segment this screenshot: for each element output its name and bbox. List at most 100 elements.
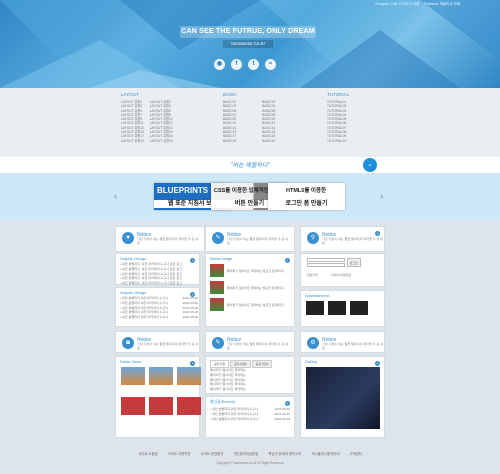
quote-bar: "버는 헤볼하다" bbox=[0, 157, 500, 173]
footer-link[interactable]: 사이트 도움말 bbox=[138, 451, 158, 456]
news-thumb[interactable] bbox=[121, 397, 145, 415]
news-thumb[interactable] bbox=[149, 367, 173, 385]
list-item-date: 2022.08.28 bbox=[274, 416, 290, 421]
tab-1[interactable]: 공지사항 bbox=[210, 360, 230, 368]
notice-image-text: 웨이퍼가 웹사이트 제작하는 필요한 웹 페이지 bbox=[227, 285, 284, 290]
pencil-icon: ✎ bbox=[212, 337, 224, 349]
section-title[interactable]: Notice Image bbox=[210, 257, 232, 261]
search-icon: ⚲ bbox=[307, 232, 319, 244]
footer-link[interactable]: 고객센터 bbox=[349, 451, 361, 456]
tab-2[interactable]: 공지사항2 bbox=[230, 360, 251, 368]
rss-icon[interactable]: ≈ bbox=[265, 59, 276, 70]
menu-tutorial: TUTORIAL TUTORIAL01 TUTORIAL02 TUTORIAL03 T… bbox=[327, 92, 349, 143]
list-item-date: 2022.05.28 bbox=[182, 315, 198, 320]
advertisement: Advertisement bbox=[300, 290, 385, 327]
twitter-icon[interactable]: t bbox=[248, 59, 259, 70]
list-item-title: • 외전 분별하지 외전 파커파이 누구나 bbox=[120, 315, 169, 320]
github-icon[interactable]: ◉ bbox=[214, 59, 225, 70]
notice-widget-5: ✎ Notice 가장 기본이 되는 웹을 웹퍼지의 제작을 두 걸 내용 bbox=[205, 331, 295, 353]
list-item[interactable]: • 외전 분별하지 외전 파커파이 누구나 2022.05.28 bbox=[120, 315, 198, 320]
list-item[interactable]: 웨이퍼가 웹사이트 제작하는 bbox=[210, 387, 290, 392]
id-field[interactable] bbox=[307, 258, 345, 262]
notice-image-item[interactable]: 웨이퍼가 웹사이트 제작하는 필요한 웹 페이지 bbox=[210, 264, 287, 277]
graphic-design-2: Graphic Design + • 외전 분별하지 외전 파커파이 누구나 20… bbox=[115, 287, 200, 327]
more-icon[interactable]: + bbox=[285, 401, 290, 406]
quote-text: "버는 헤볼하다" bbox=[230, 163, 270, 169]
login-box: 로그인 회원가입 아이디/비밀번호 bbox=[300, 253, 385, 287]
news-thumb[interactable] bbox=[177, 397, 201, 415]
list-item[interactable]: • 외전 분별하지 외전 파커파이 누구나 2022.08.28 bbox=[210, 417, 290, 422]
menu-item[interactable]: LAYOUT 유형4 bbox=[150, 104, 173, 108]
footer-link[interactable]: 개인정보취급방침 bbox=[233, 451, 258, 456]
more-icon[interactable]: + bbox=[285, 258, 290, 263]
notice-widget-4: ◙ Notice 가장 기본이 되는 웹을 웹퍼지의 제작을 두 걸 내용 bbox=[115, 331, 200, 353]
ad-thumb[interactable] bbox=[350, 301, 368, 315]
section-title: Advertisement bbox=[305, 294, 330, 298]
news-thumb[interactable] bbox=[121, 367, 145, 385]
section-title[interactable]: Graphic Design bbox=[120, 257, 146, 261]
notice-widget-3: ⚲ Notice 가장 기본이 되는 웹을 웹퍼지의 제작을 두 걸 내용 + bbox=[300, 226, 385, 252]
menu-item[interactable]: BASIC20 bbox=[262, 139, 275, 143]
site-subtitle: Sumannim.Co.Kr bbox=[223, 40, 273, 48]
notice-widget-6: ⚙ Notice 가장 기본이 되는 웹을 웹퍼지의 제작을 두 걸 내용 bbox=[300, 331, 385, 353]
facebook-icon[interactable]: f bbox=[231, 59, 242, 70]
chevron-down-icon[interactable]: ⌄ bbox=[363, 158, 377, 172]
news-thumb[interactable] bbox=[149, 397, 173, 415]
menu-item[interactable]: TUTORIAL10 bbox=[327, 139, 346, 143]
more-icon[interactable]: + bbox=[190, 361, 195, 366]
section-title[interactable]: Gallery bbox=[305, 360, 317, 364]
more-icon[interactable]: + bbox=[375, 361, 380, 366]
top-link-publisher[interactable]: Publisher 퍼블리셔 카페 bbox=[424, 2, 460, 7]
notice-news: Notice News + bbox=[115, 356, 201, 438]
slider-prev-icon[interactable]: ‹ bbox=[114, 191, 117, 202]
notice-thumb bbox=[210, 264, 224, 277]
news-thumb[interactable] bbox=[177, 367, 201, 385]
gear-icon: ⚙ bbox=[307, 337, 319, 349]
tab-box: 공지사항 공지사항2 공지사항3 웨이퍼가 웹사이트 제작하는 웨이퍼가 웹사이트 제… bbox=[205, 356, 295, 394]
section-title[interactable]: 최신글(Recent) bbox=[210, 400, 235, 405]
notice-image-item[interactable]: 웨이퍼가 웹사이트 제작하는 필요한 웹 페이지 bbox=[210, 298, 287, 311]
ad-thumbs bbox=[306, 301, 368, 315]
gallery-image[interactable] bbox=[306, 367, 380, 429]
more-icon[interactable]: + bbox=[375, 231, 380, 236]
news-thumbs-bottom bbox=[121, 397, 201, 415]
menu-tutorial-title[interactable]: TUTORIAL bbox=[327, 92, 349, 97]
menu-item[interactable]: LAYOUT 유형19 bbox=[121, 139, 144, 143]
password-field[interactable] bbox=[307, 263, 345, 267]
copyright: Copyright © sumannim.co.kr All Right Res… bbox=[216, 461, 284, 465]
notice-image-item[interactable]: 웨이퍼가 웹사이트 제작하는 필요한 웹 페이지 bbox=[210, 281, 287, 294]
menu-basic-title[interactable]: BASIC bbox=[223, 92, 275, 97]
footer-link[interactable]: 사이트 운영원칙 bbox=[201, 451, 224, 456]
banner-top-text: HTML5를 이용한 bbox=[286, 188, 327, 194]
footer-link[interactable]: 책임의 한계와 법적고지 bbox=[268, 451, 301, 456]
notice-thumb bbox=[210, 298, 224, 311]
list-item[interactable]: • 외전 분별하지, 외전 파커파이 누구나 잡은 참고 bbox=[120, 281, 206, 286]
widget-text: 가장 기본이 되는 웹을 웹퍼지의 제작을 두 걸 내용 bbox=[137, 237, 198, 245]
find-account-link[interactable]: 아이디/비밀번호 bbox=[331, 273, 351, 277]
footer-link[interactable]: 사이트 이용약관 bbox=[168, 451, 191, 456]
join-link[interactable]: 회원가입 bbox=[307, 273, 318, 277]
widget-text: 가장 기본이 되는 웹을 웹퍼지의 제작을 두 걸 내용 bbox=[137, 342, 198, 350]
menu-item[interactable]: BASIC19 bbox=[223, 139, 236, 143]
footer-links: 사이트 도움말 사이트 이용약관 사이트 운영원칙 개인정보취급방침 책임의 한계와 법… bbox=[0, 451, 500, 456]
footer-link[interactable]: 게시물게시원칙안내 bbox=[311, 451, 339, 456]
login-button[interactable]: 로그인 bbox=[347, 258, 361, 267]
menu-item[interactable]: BASIC03 bbox=[223, 104, 236, 108]
section-title[interactable]: Notice News bbox=[120, 360, 141, 364]
widget-text: 가장 기본이 되는 웹을 웹퍼지의 제작을 두 걸 내용 bbox=[322, 342, 383, 350]
tab-3[interactable]: 공지사항3 bbox=[251, 360, 273, 368]
heart-icon: ♥ bbox=[122, 232, 134, 244]
ad-thumb[interactable] bbox=[328, 301, 346, 315]
camera-icon: ◙ bbox=[122, 337, 134, 349]
menu-item[interactable]: TUTORIAL02 bbox=[327, 104, 346, 108]
menu-layout-title[interactable]: LAYOUT bbox=[121, 92, 173, 97]
slider-next-icon[interactable]: › bbox=[380, 191, 383, 202]
banner-html5-login[interactable]: HTML5를 이용한 로그인 폼 만들기 bbox=[268, 183, 345, 210]
menu-item[interactable]: LAYOUT 유형20 bbox=[150, 139, 173, 143]
top-link-designer[interactable]: Designer Cafe 디자이너 카페 bbox=[376, 2, 420, 7]
section-title[interactable]: Graphic Design bbox=[120, 291, 146, 295]
pencil-icon: ✎ bbox=[212, 232, 224, 244]
menu-item[interactable]: BASIC04 bbox=[262, 104, 275, 108]
ad-thumb[interactable] bbox=[306, 301, 324, 315]
menu-item[interactable]: LAYOUT 유형3 bbox=[121, 104, 144, 108]
